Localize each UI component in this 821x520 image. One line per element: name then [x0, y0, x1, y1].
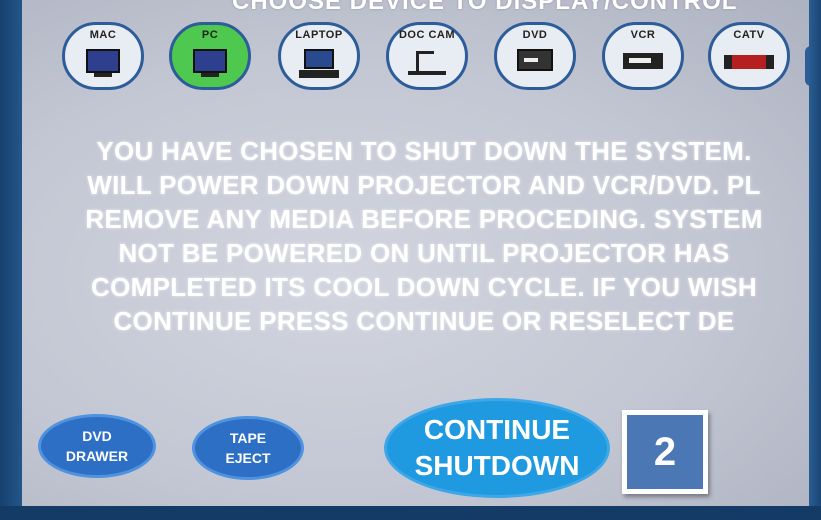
- device-button-vcr[interactable]: VCR: [602, 22, 684, 90]
- button-label-line: SHUTDOWN: [414, 450, 580, 481]
- device-label: VCR: [630, 29, 656, 41]
- device-button-doc-cam[interactable]: DOC CAM: [386, 22, 468, 90]
- document-camera-icon: [408, 49, 446, 75]
- button-label-line: CONTINUE: [423, 414, 571, 445]
- device-label: CATV: [733, 29, 765, 41]
- message-line: YOU HAVE CHOSEN TO SHUT DOWN THE SYSTEM.: [96, 136, 752, 166]
- pc-monitor-icon: [193, 49, 227, 77]
- message-line: WILL POWER DOWN PROJECTOR AND VCR/DVD. P…: [87, 170, 761, 200]
- message-line: NOT BE POWERED ON UNTIL PROJECTOR HAS: [118, 238, 730, 268]
- device-button-laptop[interactable]: LAPTOP: [278, 22, 360, 90]
- device-button-catv[interactable]: CATV: [708, 22, 790, 90]
- device-button-partial[interactable]: [805, 46, 809, 86]
- screen-bezel-right: [809, 0, 821, 520]
- screen-bezel-bottom: [0, 506, 821, 520]
- vcr-icon: [623, 49, 663, 69]
- button-label-line: EJECT: [225, 450, 271, 466]
- message-line: COMPLETED ITS COOL DOWN CYCLE. IF YOU WI…: [91, 272, 757, 302]
- laptop-icon: [299, 49, 339, 78]
- dvd-player-icon: [517, 49, 553, 71]
- device-button-mac[interactable]: MAC: [62, 22, 144, 90]
- screen-bezel-left: [0, 0, 22, 520]
- device-button-dvd[interactable]: DVD: [494, 22, 576, 90]
- dvd-drawer-button[interactable]: DVD DRAWER: [38, 414, 156, 478]
- step-number-badge: 2: [622, 410, 708, 494]
- device-label: DOC CAM: [398, 29, 456, 41]
- button-label-line: DVD: [82, 428, 112, 444]
- button-label-line: DRAWER: [65, 448, 129, 464]
- device-selector: MAC PC LAPTOP DOC CAM DVD VCR CATV: [22, 0, 809, 100]
- message-line: CONTINUE PRESS CONTINUE OR RESELECT DE: [113, 306, 735, 336]
- device-label: LAPTOP: [295, 29, 343, 41]
- mac-monitor-icon: [86, 49, 120, 77]
- tape-eject-button[interactable]: TAPE EJECT: [192, 416, 304, 480]
- device-label: DVD: [522, 29, 548, 41]
- device-label: MAC: [89, 29, 117, 41]
- catv-connector-icon: [724, 49, 774, 69]
- button-label-line: TAPE: [229, 430, 267, 446]
- device-label: PC: [201, 29, 219, 41]
- shutdown-warning-message: YOU HAVE CHOSEN TO SHUT DOWN THE SYSTEM.…: [24, 134, 809, 338]
- message-line: REMOVE ANY MEDIA BEFORE PROCEDING. SYSTE…: [85, 204, 763, 234]
- device-button-pc[interactable]: PC: [169, 22, 251, 90]
- continue-shutdown-button[interactable]: CONTINUE SHUTDOWN: [384, 398, 610, 498]
